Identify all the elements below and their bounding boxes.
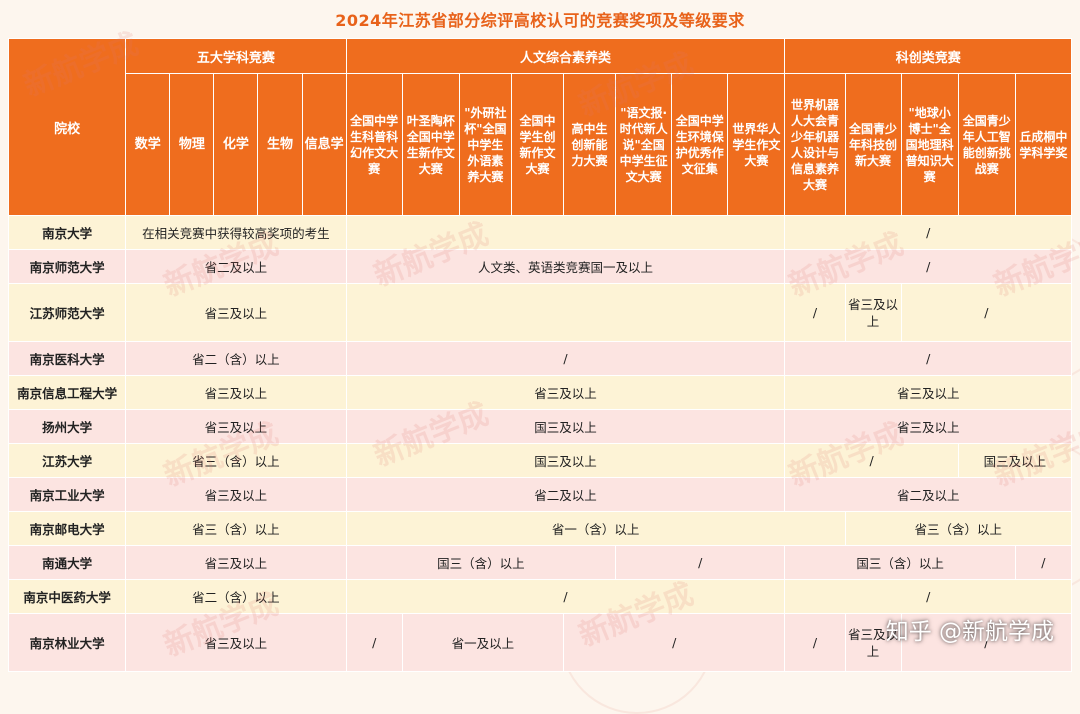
table-row: 南京师范大学 省二及以上 人文类、英语类竞赛国一及以上 /: [7, 249, 1072, 284]
group-header-subjects: 五大学科竞赛: [125, 38, 347, 74]
group-header-humanities: 人文综合素养类: [345, 38, 786, 74]
table-row: 南京工业大学 省三及以上 省二及以上 省二及以上: [7, 477, 1072, 512]
requirement-cell: 省三及以上: [125, 477, 347, 512]
requirement-cell: /: [563, 613, 786, 672]
requirement-cell: 省三及以上: [844, 613, 902, 672]
requirement-cell: /: [1014, 545, 1073, 580]
school-name: 扬州大学: [7, 409, 127, 444]
school-name: 南京师范大学: [7, 249, 127, 284]
requirement-cell: /: [784, 215, 1072, 250]
requirement-cell: 省三及以上: [345, 375, 786, 410]
school-name: 南京中医药大学: [7, 579, 127, 614]
requirement-cell: 省一（含）以上: [345, 511, 846, 546]
column-header: 生物: [257, 73, 303, 216]
requirement-cell: /: [615, 545, 786, 580]
requirement-cell: 国三及以上: [345, 443, 786, 478]
school-name: 南京信息工程大学: [7, 375, 127, 410]
requirement-cell: 省三及以上: [844, 283, 902, 342]
requirement-cell: 省三（含）以上: [125, 443, 347, 478]
requirement-cell: 省一及以上: [401, 613, 565, 672]
requirement-cell: 省三及以上: [125, 283, 347, 342]
page-title: 2024年江苏省部分综评高校认可的竞赛奖项及等级要求: [335, 11, 745, 30]
column-header: 全国青少年科技创新大赛: [844, 73, 902, 216]
table-row: 南通大学 省三及以上 国三（含）以上 / 国三（含）以上 /: [7, 545, 1073, 580]
column-header: 全国中学生科普科幻作文大赛: [345, 73, 403, 216]
header-school: 院校: [7, 38, 127, 216]
table-row: 扬州大学 省三及以上 国三及以上 省三及以上: [7, 409, 1072, 444]
column-header: 化学: [213, 73, 259, 216]
table-row: 南京中医药大学 省二（含）以上 / /: [7, 579, 1072, 614]
school-name: 南京大学: [7, 215, 127, 250]
column-header: "外研社杯"全国中学生外语素养大赛: [458, 73, 512, 216]
requirement-cell: 省三及以上: [784, 375, 1072, 410]
table-row: 江苏大学 省三（含）以上 国三及以上 / 国三及以上: [7, 443, 1073, 478]
requirement-cell: 省二及以上: [784, 477, 1072, 512]
column-header: 物理: [169, 73, 215, 216]
requirement-cell: /: [784, 613, 846, 672]
requirement-cell: 国三（含）以上: [784, 545, 1016, 580]
requirement-cell: /: [345, 341, 786, 376]
requirement-cell: /: [784, 249, 1072, 284]
requirement-cell: 国三及以上: [957, 443, 1073, 478]
requirement-cell: /: [784, 443, 959, 478]
requirement-cell: /: [345, 579, 786, 614]
requirement-cell: 国三（含）以上: [345, 545, 617, 580]
table-row: 南京大学 在相关竞赛中获得较高奖项的考生 /: [7, 215, 1072, 250]
column-header: 数学: [125, 73, 171, 216]
requirement-cell: 省三及以上: [784, 409, 1072, 444]
column-header: 全国青少年人工智能创新挑战赛: [957, 73, 1016, 216]
requirement-cell: 省二及以上: [125, 249, 347, 284]
requirement-cell: /: [345, 613, 403, 672]
school-name: 江苏大学: [7, 443, 127, 478]
school-name: 南京医科大学: [7, 341, 127, 376]
group-header-science-tech: 科创类竞赛: [784, 38, 1072, 74]
requirement-cell: 省三（含）以上: [844, 511, 1072, 546]
requirement-cell: 省二（含）以上: [125, 579, 347, 614]
competition-table: 院校 五大学科竞赛 人文综合素养类 科创类竞赛 数学 物理 化学 生物 信息学 …: [7, 38, 1073, 672]
school-name: 南京邮电大学: [7, 511, 127, 546]
requirement-cell: 在相关竞赛中获得较高奖项的考生: [125, 215, 347, 250]
table-row: 南京信息工程大学 省三及以上 省三及以上 省三及以上: [7, 375, 1072, 410]
column-header: "语文报·时代新人说"全国中学生征文大赛: [615, 73, 673, 216]
column-header: 世界华人学生作文大赛: [727, 73, 786, 216]
school-name: 南通大学: [7, 545, 127, 580]
school-name: 南京工业大学: [7, 477, 127, 512]
requirement-cell: /: [900, 613, 1073, 672]
requirement-cell: /: [784, 283, 846, 342]
table-row: 南京林业大学 省三及以上 / 省一及以上 / / 省三及以上 /: [7, 613, 1073, 672]
requirement-cell: 人文类、英语类竞赛国一及以上: [345, 249, 786, 284]
column-header: 世界机器人大会青少年机器人设计与信息素养大赛: [784, 73, 846, 216]
requirement-cell: /: [784, 579, 1072, 614]
school-name: 江苏师范大学: [7, 283, 127, 342]
column-header: 叶圣陶杯全国中学生新作文大赛: [401, 73, 460, 216]
requirement-cell: [345, 283, 786, 342]
requirement-cell: 省三及以上: [125, 613, 347, 672]
requirement-cell: 省二（含）以上: [125, 341, 347, 376]
requirement-cell: 省三及以上: [125, 545, 347, 580]
table-row: 江苏师范大学 省三及以上 / 省三及以上 /: [7, 283, 1073, 342]
school-name: 南京林业大学: [7, 613, 127, 672]
requirement-cell: /: [784, 341, 1072, 376]
requirement-cell: [345, 215, 786, 250]
requirement-cell: 省二及以上: [345, 477, 786, 512]
requirement-cell: 省三及以上: [125, 375, 347, 410]
column-header: 全国中学生环境保护优秀作文征集: [671, 73, 729, 216]
column-header: 高中生创新能力大赛: [563, 73, 617, 216]
table-row: 南京医科大学 省二（含）以上 / /: [7, 341, 1072, 376]
column-header: 信息学: [301, 73, 347, 216]
column-header: 丘成桐中学科学奖: [1014, 73, 1073, 216]
requirement-cell: /: [900, 283, 1073, 342]
requirement-cell: 国三及以上: [345, 409, 786, 444]
column-header: "地球小博士"全国地理科普知识大赛: [900, 73, 959, 216]
column-header: 全国中学生创新作文大赛: [510, 73, 565, 216]
requirement-cell: 省三及以上: [125, 409, 347, 444]
requirement-cell: 省三（含）以上: [125, 511, 347, 546]
table-row: 南京邮电大学 省三（含）以上 省一（含）以上 省三（含）以上: [7, 511, 1072, 546]
